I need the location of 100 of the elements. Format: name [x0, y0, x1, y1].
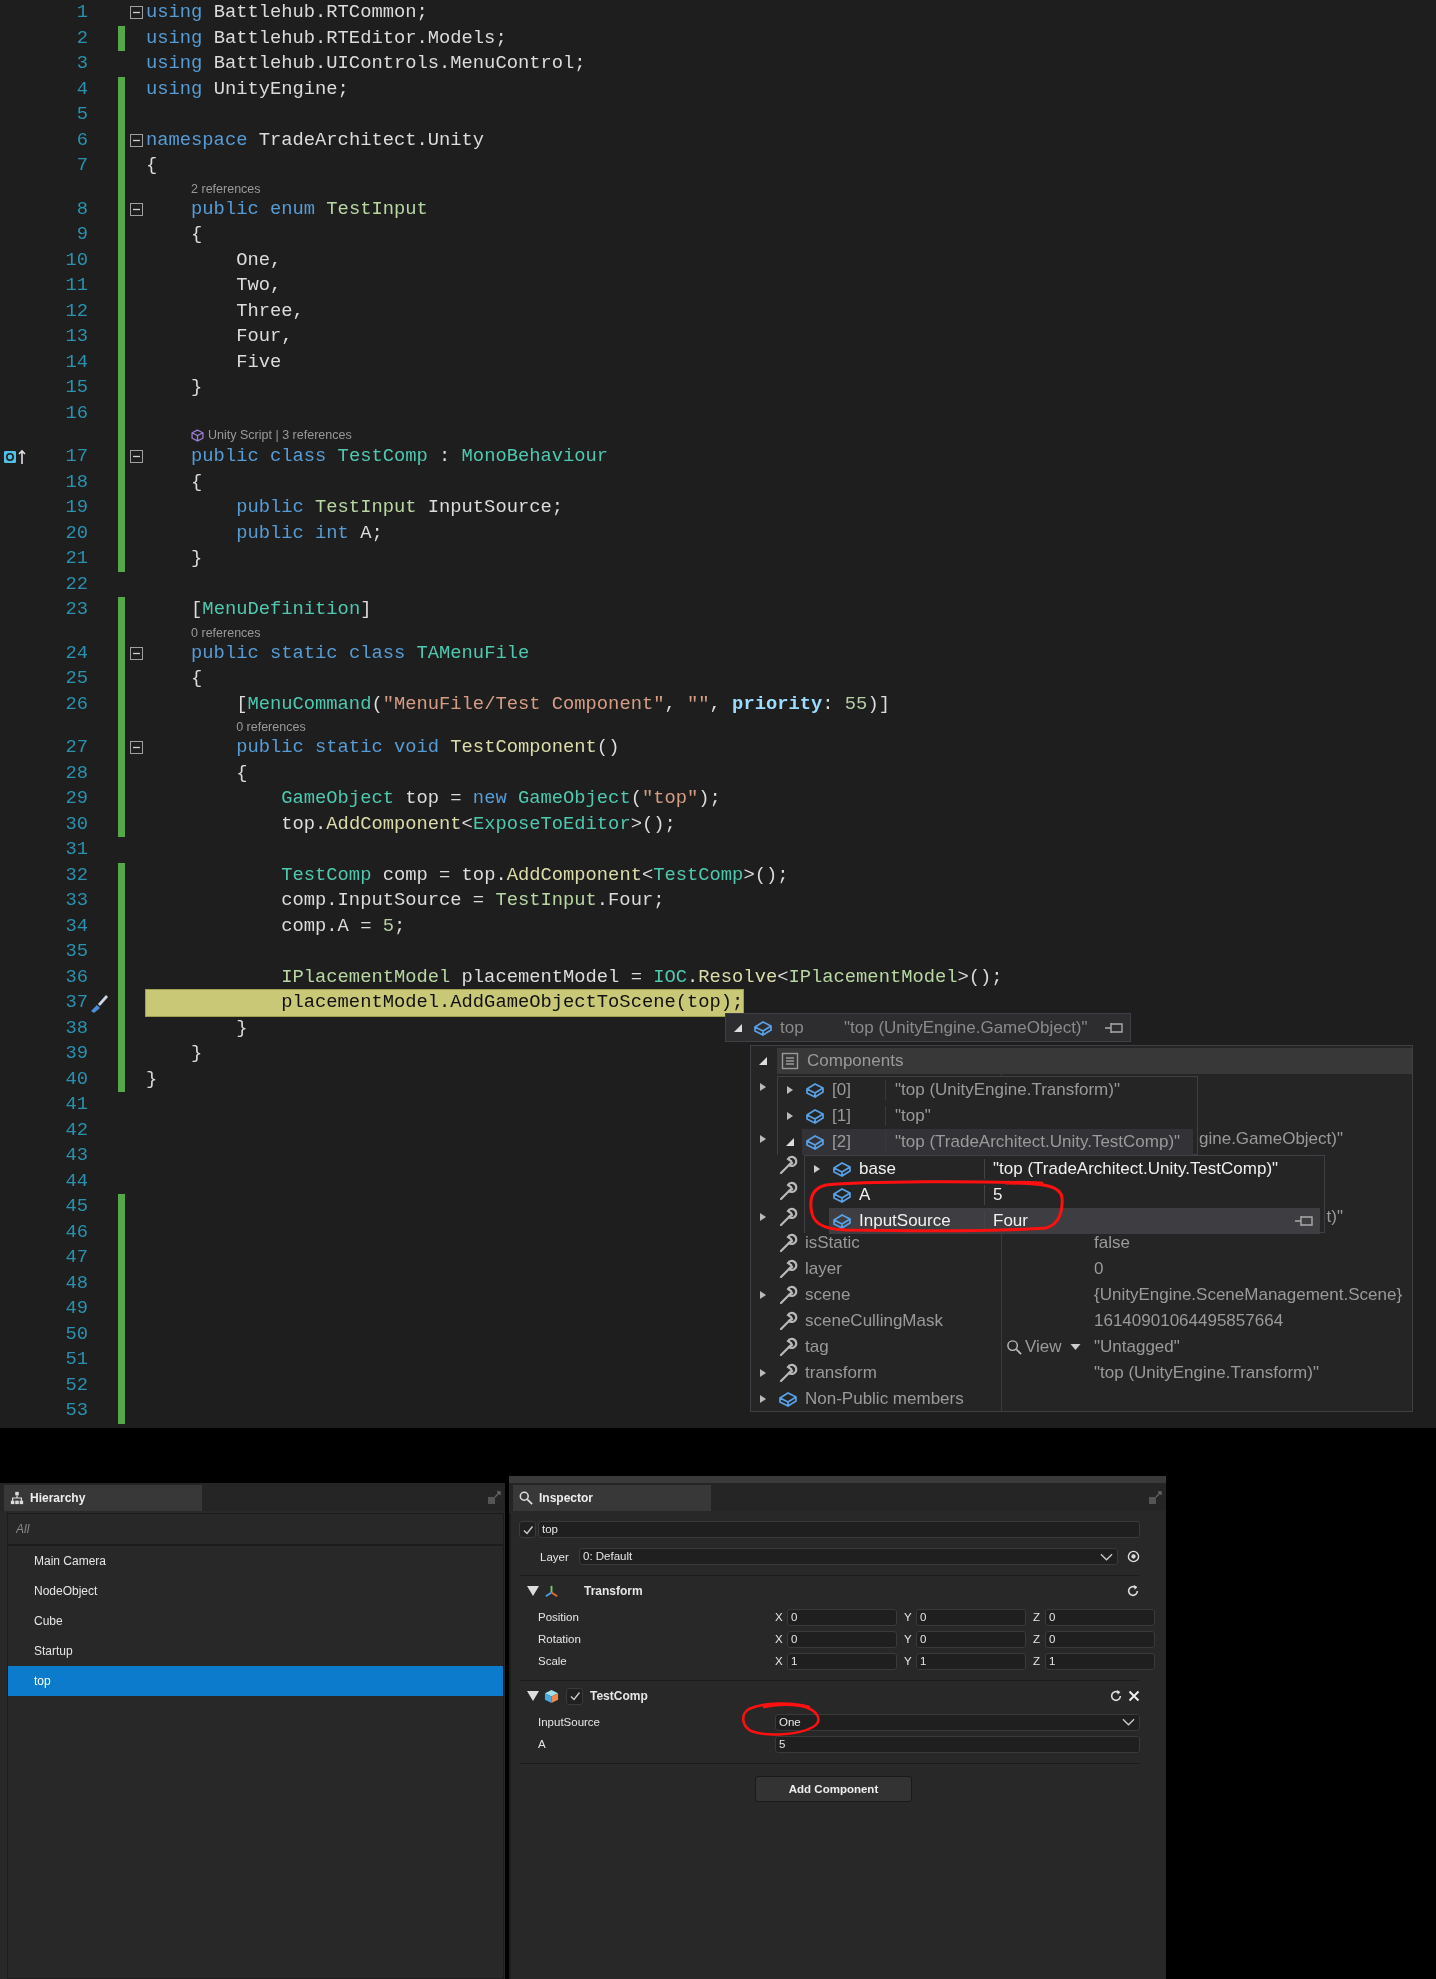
collapse-icon[interactable]	[130, 741, 143, 755]
line-number: 12	[64, 298, 88, 324]
code-line: public static class TAMenuFile	[190, 640, 530, 666]
expand-icon[interactable]	[758, 1368, 768, 1378]
close-icon[interactable]	[1128, 1690, 1140, 1702]
pin-icon[interactable]	[1104, 1020, 1124, 1035]
chevron-icon	[1122, 1718, 1135, 1726]
line-number: 43	[64, 1143, 88, 1168]
expand-icon[interactable]	[812, 1164, 822, 1174]
expand-icon[interactable]	[758, 1134, 768, 1144]
maximize-icon[interactable]	[1148, 1491, 1162, 1505]
number-field[interactable]: 0	[916, 1630, 1026, 1648]
line-number: 34	[64, 913, 88, 939]
field-label: A	[538, 1738, 547, 1750]
hierarchy-item[interactable]: Cube	[8, 1606, 503, 1636]
line-number: 41	[64, 1092, 88, 1117]
number-field[interactable]: 1	[916, 1652, 1026, 1670]
view-button[interactable]: View	[1006, 1337, 1081, 1357]
name-field[interactable]: top	[538, 1521, 1140, 1538]
line-number: 49	[64, 1296, 88, 1321]
cube-icon	[805, 1107, 825, 1125]
maximize-icon[interactable]	[487, 1491, 501, 1505]
collapse-icon[interactable]	[130, 6, 143, 20]
member-name: scene	[805, 1285, 851, 1304]
line-number: 21	[64, 546, 88, 571]
line-number: 3	[75, 51, 88, 76]
reset-icon[interactable]	[1126, 1584, 1140, 1598]
member-value: "top (UnityEngine.Transform)"	[895, 1080, 1120, 1099]
marker-icon[interactable]	[3, 448, 27, 465]
enum-dropdown[interactable]: One	[775, 1713, 1140, 1731]
code-lens[interactable]: 2 references	[191, 179, 261, 198]
line-number: 36	[64, 964, 88, 990]
collapse-icon[interactable]	[130, 450, 143, 464]
expand-icon[interactable]	[758, 1394, 768, 1404]
collapse-icon[interactable]	[130, 133, 143, 147]
number-field[interactable]: 1	[787, 1652, 897, 1670]
number-field[interactable]: 5	[775, 1735, 1140, 1753]
expand-icon[interactable]	[758, 1212, 768, 1222]
collapse-icon[interactable]	[130, 202, 143, 216]
member-name: layer	[805, 1259, 842, 1278]
expand-icon[interactable]	[758, 1082, 768, 1092]
collapse-icon[interactable]	[733, 1022, 743, 1033]
number-field[interactable]: 1	[1045, 1652, 1155, 1670]
datatip-header[interactable]: top "top (UnityEngine.GameObject)"	[725, 1013, 1131, 1042]
expand-icon[interactable]	[785, 1085, 795, 1095]
line-number: 47	[64, 1245, 88, 1270]
line-number: 18	[64, 469, 88, 495]
line-number: 33	[64, 888, 88, 913]
code-lens[interactable]: 0 references	[191, 623, 261, 642]
member-name: A	[859, 1185, 871, 1204]
member-name: sceneCullingMask	[805, 1311, 943, 1330]
line-number: 51	[64, 1347, 88, 1372]
collapse-icon[interactable]	[785, 1137, 795, 1147]
number-field[interactable]: 0	[787, 1630, 897, 1648]
member-name: [1]	[832, 1106, 851, 1125]
collapse-icon[interactable]	[527, 1691, 539, 1701]
code-lens[interactable]: 0 references	[236, 718, 306, 736]
pin-icon[interactable]	[1294, 1214, 1314, 1228]
layer-dropdown[interactable]: 0: Default	[579, 1548, 1118, 1565]
line-number: 35	[64, 939, 88, 964]
hierarchy-tab[interactable]: Hierarchy	[4, 1485, 202, 1511]
code-line: comp.A = 5;	[280, 913, 406, 939]
collapse-icon[interactable]	[758, 1056, 768, 1066]
collapse-icon[interactable]	[130, 646, 143, 660]
number-field[interactable]: 0	[1045, 1608, 1155, 1626]
axes-icon	[544, 1583, 559, 1599]
collapse-icon[interactable]	[527, 1586, 539, 1596]
member-name: tag	[805, 1337, 829, 1356]
variable-value: "top (UnityEngine.GameObject)"	[844, 1017, 1089, 1038]
cube-icon	[805, 1081, 825, 1099]
hierarchy-item[interactable]: NodeObject	[8, 1576, 503, 1606]
axis-label: X	[775, 1633, 784, 1645]
member-value: "top (TradeArchitect.Unity.TestComp)"	[993, 1159, 1279, 1178]
hierarchy-item[interactable]: top	[8, 1666, 503, 1696]
number-field[interactable]: 0	[1045, 1630, 1155, 1648]
member-value: "top (UnityEngine.Transform)"	[1094, 1363, 1319, 1383]
member-name: Components	[807, 1051, 904, 1070]
reset-icon[interactable]	[1109, 1689, 1123, 1703]
number-field[interactable]: 0	[916, 1608, 1026, 1626]
target-icon[interactable]	[1127, 1550, 1140, 1563]
expand-icon[interactable]	[785, 1111, 795, 1121]
line-number: 1	[75, 0, 88, 25]
add-component-button[interactable]: Add Component	[755, 1776, 912, 1802]
inspector-tab[interactable]: Inspector	[513, 1485, 711, 1511]
hierarchy-item[interactable]: Startup	[8, 1636, 503, 1666]
line-number: 23	[64, 597, 88, 622]
number-field[interactable]: 0	[787, 1608, 897, 1626]
hierarchy-icon	[10, 1491, 24, 1505]
expand-icon[interactable]	[758, 1290, 768, 1300]
code-line: {	[190, 222, 203, 247]
line-number: 31	[64, 837, 88, 862]
code-line: One,	[235, 247, 282, 273]
chevron-icon	[1100, 1552, 1113, 1561]
hierarchy-item[interactable]: Main Camera	[8, 1546, 503, 1576]
code-lens[interactable]: Unity Script | 3 references	[191, 426, 352, 444]
code-line: Three,	[235, 298, 304, 324]
code-line: using Battlehub.RTEditor.Models;	[146, 25, 507, 51]
line-number: 30	[64, 811, 88, 837]
cube-icon	[753, 1018, 773, 1037]
line-number: 2	[75, 25, 88, 51]
